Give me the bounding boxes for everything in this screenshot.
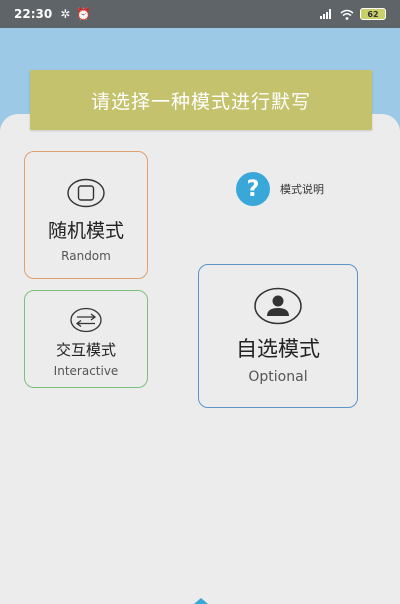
mode-help-button[interactable]: ? 模式说明 [236,172,324,206]
swap-arrows-icon [70,307,102,333]
status-time: 22:30 [14,7,53,21]
optional-mode-card[interactable]: 自选模式 Optional [198,264,358,408]
interactive-mode-title: 交互模式 [55,341,116,359]
optional-mode-subtitle: Optional [248,369,308,385]
status-bar: 22:30 ✲ ⏰ 62 [0,0,400,28]
random-mode-title: 随机模式 [47,220,124,242]
bottom-indicator-icon [194,598,208,604]
mode-help-label: 模式说明 [280,183,324,196]
optional-mode-title: 自选模式 [236,337,320,361]
random-mode-card[interactable]: 随机模式 Random [24,151,148,279]
question-mark-icon: ? [236,172,270,206]
settings-gear-icon: ✲ [60,7,71,21]
signal-icon [320,9,331,19]
instruction-banner: 请选择一种模式进行默写 [30,70,372,130]
random-mode-subtitle: Random [61,249,111,263]
battery-icon: 62 [360,8,386,20]
wifi-icon [340,9,354,20]
interactive-mode-card[interactable]: 交互模式 Interactive [24,290,148,388]
square-in-circle-icon [67,178,105,208]
interactive-mode-subtitle: Interactive [53,364,119,378]
alarm-clock-icon: ⏰ [76,7,92,21]
user-avatar-icon [254,287,302,325]
